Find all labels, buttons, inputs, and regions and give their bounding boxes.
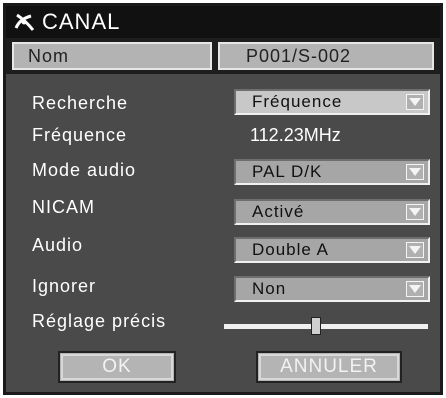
audio-mode-select[interactable]: PAL D/K xyxy=(234,159,430,185)
search-mode-value: Fréquence xyxy=(252,92,343,111)
title-bar: CANAL xyxy=(6,6,440,38)
audio-select[interactable]: Double A xyxy=(234,237,430,263)
fine-tune-label: Réglage précis xyxy=(32,311,167,331)
skip-select[interactable]: Non xyxy=(234,276,430,302)
window-title: CANAL xyxy=(42,9,121,34)
cancel-button[interactable]: ANNULER xyxy=(256,351,402,383)
name-row: Nom P001/S-002 xyxy=(6,38,440,74)
audio-value: Double A xyxy=(252,240,329,259)
nicam-select[interactable]: Activé xyxy=(234,199,430,225)
fine-tune-slider-thumb[interactable] xyxy=(310,317,321,335)
audio-label: Audio xyxy=(32,235,84,255)
name-value: P001/S-002 xyxy=(218,42,434,70)
name-label: Nom xyxy=(12,42,212,70)
chevron-down-icon[interactable] xyxy=(406,281,424,297)
chevron-down-icon[interactable] xyxy=(406,242,424,258)
frequency-value: 112.23MHz xyxy=(250,125,341,145)
channel-dialog: CANAL Nom P001/S-002 Recherche Fréquence… xyxy=(3,3,443,395)
frequency-label: Fréquence xyxy=(32,125,128,145)
nicam-label: NICAM xyxy=(32,197,95,217)
skip-value: Non xyxy=(252,279,287,298)
audio-mode-value: PAL D/K xyxy=(252,162,323,181)
satellite-dish-icon xyxy=(14,13,35,31)
chevron-down-icon[interactable] xyxy=(406,204,424,220)
search-mode-select[interactable]: Fréquence xyxy=(234,89,430,115)
search-label: Recherche xyxy=(32,93,129,113)
chevron-down-icon[interactable] xyxy=(406,94,424,110)
nicam-value: Activé xyxy=(252,202,305,221)
fine-tune-slider[interactable] xyxy=(224,324,428,329)
audio-mode-label: Mode audio xyxy=(32,160,137,180)
ok-button[interactable]: OK xyxy=(58,351,176,383)
skip-label: Ignorer xyxy=(32,276,97,296)
chevron-down-icon[interactable] xyxy=(406,164,424,180)
